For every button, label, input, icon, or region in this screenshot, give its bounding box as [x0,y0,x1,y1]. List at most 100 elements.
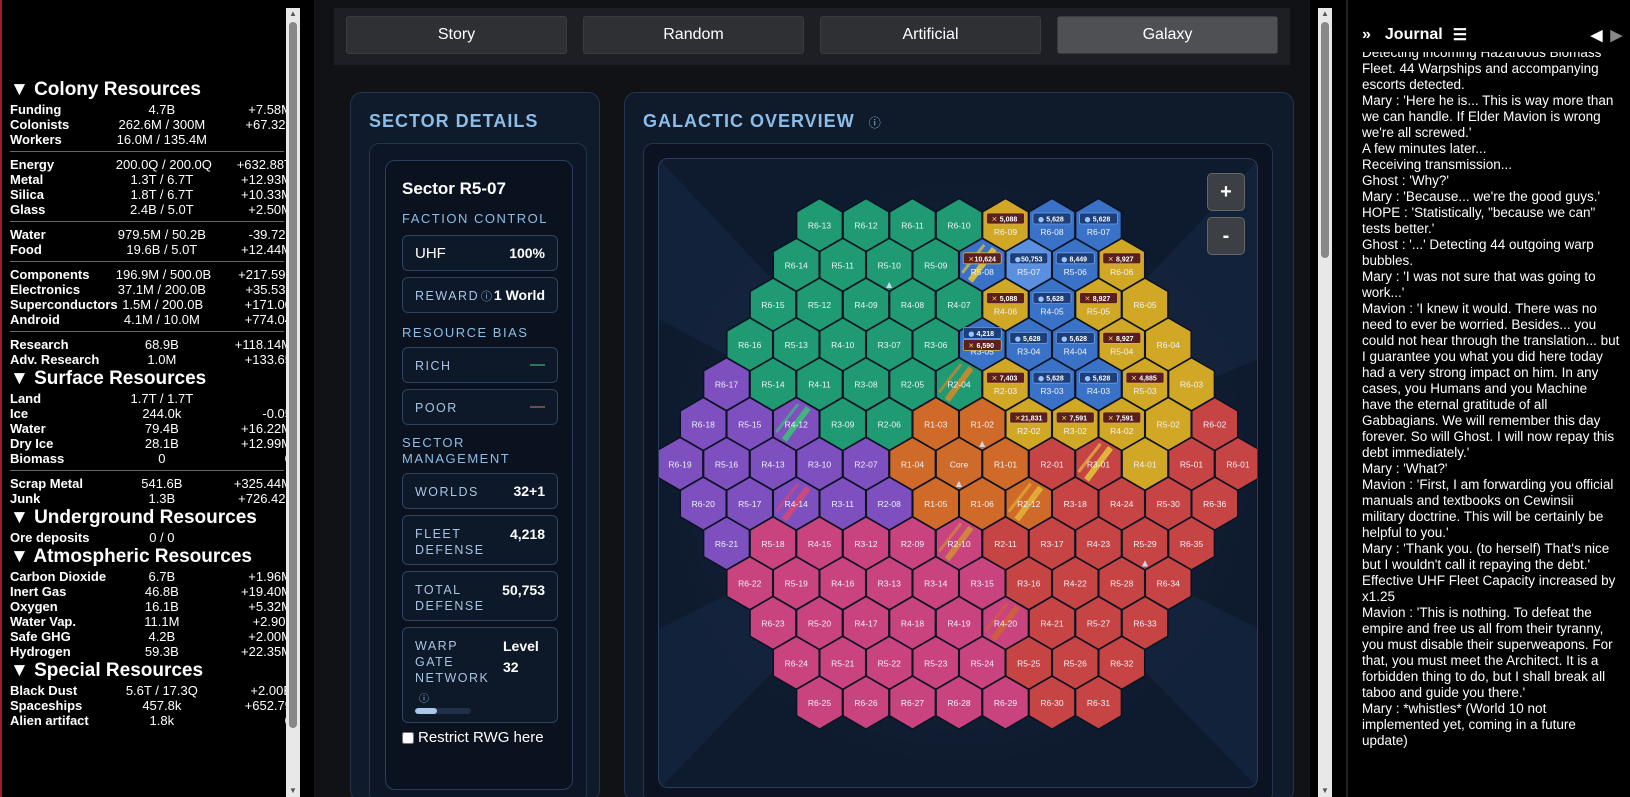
resource-amount: 59.3B [144,644,179,659]
sector-hex-label: R4-24 [1110,499,1133,509]
crossed-swords-icon: ✕ [1108,415,1114,423]
crossed-swords-icon: ✕ [968,342,974,350]
resource-rate: -0.05 [262,406,292,421]
journal-next-icon[interactable]: ▶ [1610,26,1622,44]
resource-row: Energy 200.0Q / 200.0Q +632.88T [2,157,292,172]
sector-hex-label: R6-18 [692,420,715,430]
crossed-swords-icon: ✕ [1108,255,1114,263]
journal-menu-icon[interactable]: ☰ [1453,25,1467,45]
resource-section-title[interactable]: ▼ Atmospheric Resources [2,545,292,569]
resource-name: Components [10,267,90,282]
sector-hex-label: R1-05 [924,499,947,509]
resource-amount: 4.1M / 10.0M [123,312,200,327]
sector-hex-label: R6-35 [1180,539,1203,549]
sector-hex-label: R3-01 [1087,459,1110,469]
resource-section-title[interactable]: ▼ Colony Resources [2,78,292,102]
restrict-rwg-checkbox[interactable] [402,731,414,744]
main-scrollbar[interactable]: ▲ ▼ [1318,8,1332,797]
sector-hex-label: R5-25 [1017,658,1040,668]
sector-hex-label: R3-10 [808,459,831,469]
resource-name: Electronics [10,282,81,297]
resource-rate: +118.14M [234,337,292,352]
journal-message: Detecting incoming Hazardous Biomass Fle… [1362,52,1602,92]
resource-section-title[interactable]: ▼ Surface Resources [2,367,292,391]
resource-amount: 1.5M / 200.0B [122,297,204,312]
sector-hex-label: R6-20 [692,499,715,509]
resource-divider [10,151,284,152]
zoom-out-button[interactable]: - [1207,217,1245,255]
sector-hex-label: R1-04 [901,459,924,469]
defense-badge-value: 7,591 [1116,416,1134,423]
sector-hex-label: R3-18 [1064,499,1087,509]
galaxy-hex-grid[interactable]: R6-13 R6-12 R6-11 R6-10R6-09✕ 5,088R6-08● 5,6… [659,159,1258,788]
resource-scrollbar[interactable]: ▲ ▼ [286,8,300,797]
sector-hex-label: R3-14 [924,579,947,589]
sector-hex-label: R5-16 [715,459,738,469]
sector-hex-label: R5-20 [808,619,831,629]
resource-rate: +774.04 [244,312,292,327]
warp-gate-box: WARP GATE NETWORK ⓘ Level 32 [402,627,558,723]
resource-section-title[interactable]: ▼ Underground Resources [2,506,292,530]
resource-row: Superconductors 1.5M / 200.0B +171.00 [2,297,292,312]
main-scroll-up-icon[interactable]: ▲ [1318,8,1332,20]
journal-header: » Journal ☰ ◀ ▶ [1348,20,1630,50]
sector-hex-label: R5-02 [1157,420,1180,430]
zoom-in-button[interactable]: + [1207,173,1245,211]
fleet-ship-icon[interactable]: ▲ [1142,558,1149,567]
scroll-down-arrow-icon[interactable]: ▼ [286,785,300,797]
resource-rate: +632.88T [236,157,292,172]
journal-body: Detecting incoming Hazardous Biomass Fle… [1362,52,1620,797]
scroll-up-arrow-icon[interactable]: ▲ [286,8,300,20]
tab-galaxy[interactable]: Galaxy [1057,16,1278,54]
shield-icon: ● [1085,375,1091,383]
sector-hex-label: R6-21 [715,539,738,549]
main-scroll-down-icon[interactable]: ▼ [1318,785,1332,797]
galactic-info-icon[interactable]: ⓘ [869,116,882,130]
resource-row: Ore deposits 0 / 0 [2,530,292,545]
resource-amount: 979.5M / 50.2B [117,227,206,242]
journal-collapse-icon[interactable]: » [1362,26,1371,44]
sector-hex-label: R3-06 [924,340,947,350]
fleet-ship-icon[interactable]: ▲ [956,479,963,488]
reward-info-icon[interactable]: ⓘ [481,288,492,304]
warp-info-icon[interactable]: ⓘ [419,690,429,705]
journal-prev-icon[interactable]: ◀ [1591,26,1603,44]
sector-hex-label: R3-03 [1040,386,1063,396]
resource-divider [10,261,284,262]
sector-hex-label: R5-09 [924,260,947,270]
resource-amount: 196.9M / 500.0B [115,267,212,282]
main-scroll-thumb[interactable] [1321,22,1329,258]
defense-badge-value: 21,831 [1021,416,1043,423]
total-defense-value: 50,753 [502,582,545,598]
sector-hex-label: R2-09 [901,539,924,549]
sector-hex-label: R5-01 [1180,459,1203,469]
sector-hex-label: R6-26 [854,698,877,708]
resource-name: Black Dust [10,683,78,698]
tab-random[interactable]: Random [583,16,804,54]
defense-badge-value: 50,753 [1021,256,1043,263]
resource-row: Silica 1.8T / 6.7T +10.33M [2,187,292,202]
sector-hex-label: R5-29 [1133,539,1156,549]
resource-amount: 5.6T / 17.3Q [125,683,198,698]
galaxy-map[interactable]: R6-13 R6-12 R6-11 R6-10 R6-09 ✕ 5,088 R6-08 ● 5,6… [658,158,1258,788]
tab-story[interactable]: Story [346,16,567,54]
resource-row: Funding 4.7B +7.58M [2,102,292,117]
sector-hex-label: R5-30 [1157,499,1180,509]
fleet-ship-icon[interactable]: ▲ [979,439,986,448]
resource-row: Glass 2.4B / 5.0T +2.50M [2,202,292,217]
resource-row: Safe GHG 4.2B +2.00M [2,629,292,644]
poor-bias-box: POOR — [402,389,558,425]
defense-badge-value: 4,218 [976,331,994,338]
scroll-thumb[interactable] [289,22,297,728]
sector-hex-label: R4-21 [1040,619,1063,629]
poor-indicator: — [530,398,545,415]
resource-section-title[interactable]: ▼ Special Resources [2,659,292,683]
resource-name: Workers [10,132,62,147]
resource-rate: +217.59k [238,267,292,282]
resource-rate: +5.32M [248,599,292,614]
tab-artificial[interactable]: Artificial [820,16,1041,54]
resource-name: Land [10,391,42,406]
journal-message: Effective UHF Fleet Capacity increased b… [1362,573,1616,604]
fleet-ship-icon[interactable]: ▲ [886,280,893,289]
crossed-swords-icon: ✕ [992,375,998,383]
